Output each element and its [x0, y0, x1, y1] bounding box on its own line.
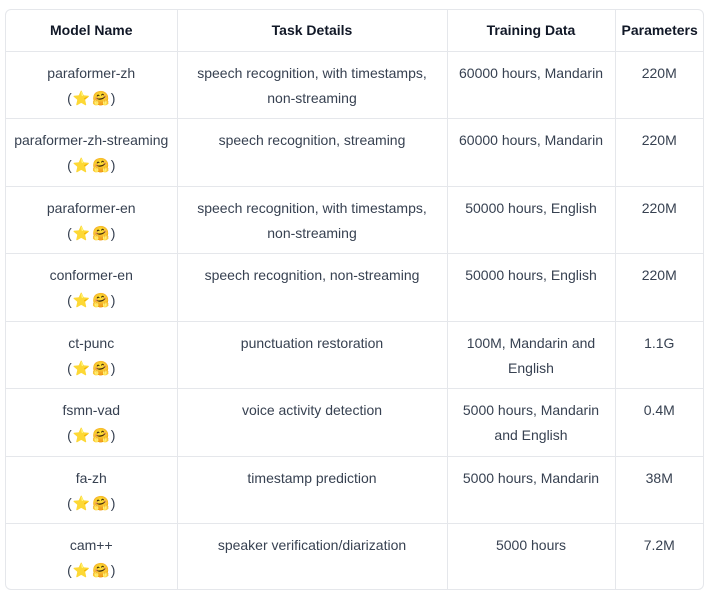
parameters-cell: 7.2M — [643, 537, 675, 553]
hugging-face-icon[interactable]: 🤗 — [92, 288, 109, 313]
model-name-cell: cam++ (⭐ 🤗) — [6, 523, 178, 589]
star-icon[interactable]: ⭐ — [73, 423, 90, 448]
model-name: cam++ — [69, 537, 113, 553]
task-details-cell: timestamp prediction — [177, 456, 448, 524]
table-row: paraformer-zh (⭐ 🤗) speech recognition, wit… — [6, 51, 703, 119]
model-links: (⭐ 🤗) — [67, 221, 115, 246]
hugging-face-icon[interactable]: 🤗 — [92, 491, 109, 516]
link-open-paren: ( — [67, 494, 72, 511]
training-data-cell: 100M, Mandarin and English — [447, 321, 616, 389]
task-details-cell: punctuation restoration — [177, 321, 448, 389]
parameters-cell: 220M — [615, 186, 703, 254]
table-row: fsmn-vad (⭐ 🤗) voice activity detection 5000… — [6, 388, 703, 457]
header-training-data: Training Data — [447, 10, 616, 52]
model-links: (⭐ 🤗) — [67, 86, 115, 111]
hugging-face-icon[interactable]: 🤗 — [92, 221, 109, 246]
task-details-cell: speech recognition, non-streaming — [177, 253, 448, 322]
link-open-paren: ( — [67, 562, 72, 578]
link-close-paren: ) — [110, 359, 116, 376]
star-icon[interactable]: ⭐ — [73, 491, 90, 516]
parameters-cell: 38M — [615, 456, 703, 524]
training-data-cell: 5000 hours, Mandarin and English — [447, 388, 616, 457]
hugging-face-icon[interactable]: 🤗 — [92, 558, 109, 583]
model-links: (⭐ 🤗) — [67, 491, 115, 516]
task-details-cell: speaker verification/diarization — [177, 523, 448, 589]
parameters-cell: 1.1G — [615, 321, 703, 389]
header-model-name: Model Name — [6, 10, 178, 52]
parameters-cell: 220M — [615, 51, 703, 119]
star-icon[interactable]: ⭐ — [73, 153, 90, 178]
training-data-cell: 50000 hours, English — [447, 186, 616, 254]
link-open-paren: ( — [67, 359, 72, 376]
table-row: fa-zh (⭐ 🤗) timestamp prediction 5000 hours,… — [6, 456, 703, 524]
model-name-cell: fsmn-vad (⭐ 🤗) — [6, 388, 178, 457]
link-close-paren: ) — [110, 292, 116, 308]
task-details-cell: speech recognition, with timestamps, non… — [177, 51, 448, 119]
model-name: ct-punc — [68, 334, 115, 351]
table-row: ct-punc (⭐ 🤗) punctuation restoration 100M, … — [6, 321, 703, 389]
table-row: paraformer-zh-streaming (⭐ 🤗) speech recogn… — [6, 118, 703, 187]
task-details-cell: speech recognition, with timestamps, non… — [177, 186, 448, 254]
table-row: paraformer-en (⭐ 🤗) speech recognition, wit… — [6, 186, 703, 254]
table-row: cam++ (⭐ 🤗) speaker verification/diarizatio… — [6, 523, 703, 589]
model-name-cell: ct-punc (⭐ 🤗) — [6, 321, 178, 389]
table-row: conformer-en (⭐ 🤗) speech recognition, non-… — [6, 253, 703, 322]
model-name: paraformer-zh-streaming — [14, 132, 169, 148]
model-table-container: Model Name Task Details Training Data Pa… — [5, 9, 704, 590]
star-icon[interactable]: ⭐ — [73, 558, 90, 583]
link-open-paren: ( — [67, 427, 72, 443]
table-header-row: Model Name Task Details Training Data Pa… — [6, 10, 703, 52]
model-name: paraformer-zh — [47, 64, 136, 81]
link-close-paren: ) — [110, 89, 116, 106]
model-links: (⭐ 🤗) — [67, 423, 115, 448]
model-name: fsmn-vad — [62, 402, 121, 418]
task-details-cell: speech recognition, streaming — [177, 118, 448, 187]
parameters-cell: 220M — [615, 118, 703, 187]
model-table: Model Name Task Details Training Data Pa… — [6, 10, 703, 589]
model-name: fa-zh — [75, 469, 107, 486]
model-links: (⭐ 🤗) — [67, 288, 115, 313]
hugging-face-icon[interactable]: 🤗 — [92, 86, 109, 111]
star-icon[interactable]: ⭐ — [73, 86, 90, 111]
star-icon[interactable]: ⭐ — [73, 356, 90, 381]
link-close-paren: ) — [110, 562, 116, 578]
link-open-paren: ( — [67, 89, 72, 106]
model-name-cell: conformer-en (⭐ 🤗) — [6, 253, 178, 322]
hugging-face-icon[interactable]: 🤗 — [92, 423, 109, 448]
task-details-cell: voice activity detection — [177, 388, 448, 457]
model-links: (⭐ 🤗) — [67, 356, 115, 381]
link-close-paren: ) — [110, 157, 116, 173]
link-close-paren: ) — [110, 427, 116, 443]
hugging-face-icon[interactable]: 🤗 — [92, 356, 109, 381]
model-name: paraformer-en — [46, 199, 136, 216]
link-close-paren: ) — [110, 494, 116, 511]
model-name-cell: paraformer-zh (⭐ 🤗) — [6, 51, 178, 119]
training-data-cell: 5000 hours, Mandarin — [447, 456, 616, 524]
header-task-details: Task Details — [177, 10, 448, 52]
header-parameters: Parameters — [615, 10, 703, 52]
model-links: (⭐ 🤗) — [67, 153, 115, 178]
model-name-cell: fa-zh (⭐ 🤗) — [6, 456, 178, 524]
link-open-paren: ( — [67, 292, 72, 308]
star-icon[interactable]: ⭐ — [73, 288, 90, 313]
link-open-paren: ( — [67, 224, 72, 241]
link-close-paren: ) — [110, 224, 116, 241]
model-links: (⭐ 🤗) — [67, 558, 115, 583]
hugging-face-icon[interactable]: 🤗 — [92, 153, 109, 178]
parameters-cell: 220M — [615, 253, 703, 322]
model-name-cell: paraformer-zh-streaming (⭐ 🤗) — [6, 118, 178, 187]
parameters-cell: 0.4M — [615, 388, 703, 457]
training-data-cell: 50000 hours, English — [447, 253, 616, 322]
training-data-cell: 60000 hours, Mandarin — [447, 51, 616, 119]
star-icon[interactable]: ⭐ — [73, 221, 90, 246]
link-open-paren: ( — [67, 157, 72, 173]
model-name: conformer-en — [49, 267, 133, 283]
training-data-cell: 60000 hours, Mandarin — [447, 118, 616, 187]
model-name-cell: paraformer-en (⭐ 🤗) — [6, 186, 178, 254]
training-data-cell: 5000 hours — [447, 523, 616, 589]
